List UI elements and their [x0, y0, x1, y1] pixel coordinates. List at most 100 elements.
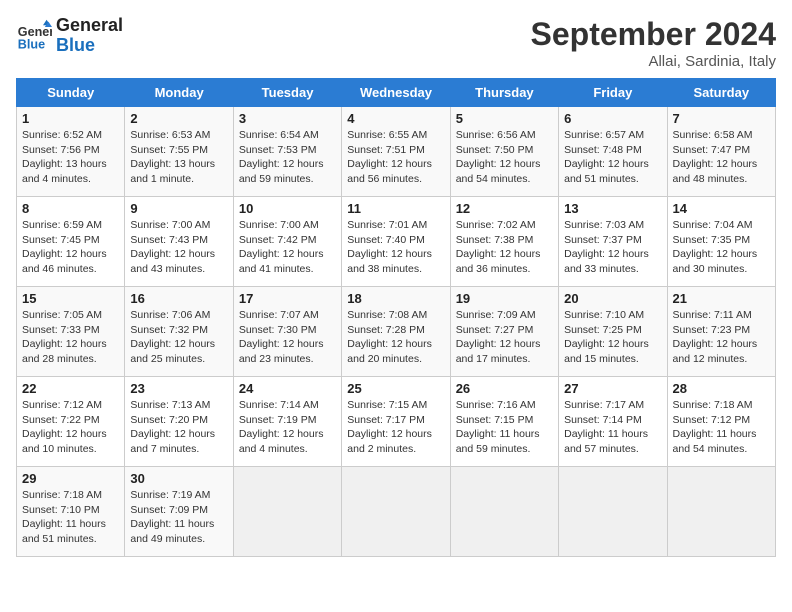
sunrise: Sunrise: 6:52 AM [22, 128, 119, 143]
day-info: Sunrise: 7:03 AMSunset: 7:37 PMDaylight:… [564, 218, 661, 277]
daylight: Daylight: 12 hours and 51 minutes. [564, 157, 661, 186]
weekday-header-row: SundayMondayTuesdayWednesdayThursdayFrid… [17, 79, 776, 107]
day-info: Sunrise: 7:00 AMSunset: 7:43 PMDaylight:… [130, 218, 227, 277]
day-info: Sunrise: 7:09 AMSunset: 7:27 PMDaylight:… [456, 308, 553, 367]
daylight: Daylight: 12 hours and 43 minutes. [130, 247, 227, 276]
daylight: Daylight: 12 hours and 28 minutes. [22, 337, 119, 366]
sunrise: Sunrise: 7:04 AM [673, 218, 770, 233]
day-info: Sunrise: 7:02 AMSunset: 7:38 PMDaylight:… [456, 218, 553, 277]
day-number: 19 [456, 291, 553, 306]
sunset: Sunset: 7:28 PM [347, 323, 444, 338]
sunrise: Sunrise: 7:14 AM [239, 398, 336, 413]
calendar-cell: 13Sunrise: 7:03 AMSunset: 7:37 PMDayligh… [559, 197, 667, 287]
daylight: Daylight: 12 hours and 48 minutes. [673, 157, 770, 186]
daylight: Daylight: 11 hours and 51 minutes. [22, 517, 119, 546]
day-info: Sunrise: 7:04 AMSunset: 7:35 PMDaylight:… [673, 218, 770, 277]
sunset: Sunset: 7:51 PM [347, 143, 444, 158]
day-info: Sunrise: 7:05 AMSunset: 7:33 PMDaylight:… [22, 308, 119, 367]
sunrise: Sunrise: 7:08 AM [347, 308, 444, 323]
daylight: Daylight: 12 hours and 56 minutes. [347, 157, 444, 186]
day-number: 27 [564, 381, 661, 396]
calendar-cell: 11Sunrise: 7:01 AMSunset: 7:40 PMDayligh… [342, 197, 450, 287]
daylight: Daylight: 12 hours and 12 minutes. [673, 337, 770, 366]
sunset: Sunset: 7:37 PM [564, 233, 661, 248]
day-info: Sunrise: 7:16 AMSunset: 7:15 PMDaylight:… [456, 398, 553, 457]
day-info: Sunrise: 6:55 AMSunset: 7:51 PMDaylight:… [347, 128, 444, 187]
calendar-cell: 25Sunrise: 7:15 AMSunset: 7:17 PMDayligh… [342, 377, 450, 467]
calendar-cell: 15Sunrise: 7:05 AMSunset: 7:33 PMDayligh… [17, 287, 125, 377]
sunset: Sunset: 7:25 PM [564, 323, 661, 338]
calendar-cell: 6Sunrise: 6:57 AMSunset: 7:48 PMDaylight… [559, 107, 667, 197]
sunrise: Sunrise: 7:05 AM [22, 308, 119, 323]
calendar-cell [450, 467, 558, 557]
daylight: Daylight: 11 hours and 57 minutes. [564, 427, 661, 456]
day-number: 1 [22, 111, 119, 126]
calendar-cell: 9Sunrise: 7:00 AMSunset: 7:43 PMDaylight… [125, 197, 233, 287]
sunset: Sunset: 7:56 PM [22, 143, 119, 158]
daylight: Daylight: 12 hours and 17 minutes. [456, 337, 553, 366]
day-info: Sunrise: 7:07 AMSunset: 7:30 PMDaylight:… [239, 308, 336, 367]
sunrise: Sunrise: 6:57 AM [564, 128, 661, 143]
calendar-cell: 27Sunrise: 7:17 AMSunset: 7:14 PMDayligh… [559, 377, 667, 467]
day-number: 30 [130, 471, 227, 486]
day-info: Sunrise: 6:58 AMSunset: 7:47 PMDaylight:… [673, 128, 770, 187]
sunset: Sunset: 7:32 PM [130, 323, 227, 338]
day-info: Sunrise: 7:08 AMSunset: 7:28 PMDaylight:… [347, 308, 444, 367]
sunrise: Sunrise: 6:53 AM [130, 128, 227, 143]
sunrise: Sunrise: 7:11 AM [673, 308, 770, 323]
sunrise: Sunrise: 7:00 AM [239, 218, 336, 233]
calendar-cell: 23Sunrise: 7:13 AMSunset: 7:20 PMDayligh… [125, 377, 233, 467]
day-number: 12 [456, 201, 553, 216]
sunset: Sunset: 7:17 PM [347, 413, 444, 428]
day-info: Sunrise: 6:52 AMSunset: 7:56 PMDaylight:… [22, 128, 119, 187]
daylight: Daylight: 12 hours and 36 minutes. [456, 247, 553, 276]
day-info: Sunrise: 6:59 AMSunset: 7:45 PMDaylight:… [22, 218, 119, 277]
calendar-cell: 29Sunrise: 7:18 AMSunset: 7:10 PMDayligh… [17, 467, 125, 557]
logo: General Blue General Blue [16, 16, 123, 56]
weekday-monday: Monday [125, 79, 233, 107]
week-row-1: 8Sunrise: 6:59 AMSunset: 7:45 PMDaylight… [17, 197, 776, 287]
sunset: Sunset: 7:23 PM [673, 323, 770, 338]
day-number: 7 [673, 111, 770, 126]
sunset: Sunset: 7:47 PM [673, 143, 770, 158]
sunrise: Sunrise: 7:15 AM [347, 398, 444, 413]
sunrise: Sunrise: 6:54 AM [239, 128, 336, 143]
day-info: Sunrise: 7:06 AMSunset: 7:32 PMDaylight:… [130, 308, 227, 367]
day-number: 23 [130, 381, 227, 396]
sunrise: Sunrise: 7:01 AM [347, 218, 444, 233]
sunrise: Sunrise: 7:00 AM [130, 218, 227, 233]
weekday-saturday: Saturday [667, 79, 775, 107]
calendar-cell: 5Sunrise: 6:56 AMSunset: 7:50 PMDaylight… [450, 107, 558, 197]
day-number: 11 [347, 201, 444, 216]
day-number: 28 [673, 381, 770, 396]
sunrise: Sunrise: 6:58 AM [673, 128, 770, 143]
sunrise: Sunrise: 7:09 AM [456, 308, 553, 323]
calendar-cell: 10Sunrise: 7:00 AMSunset: 7:42 PMDayligh… [233, 197, 341, 287]
calendar-cell: 2Sunrise: 6:53 AMSunset: 7:55 PMDaylight… [125, 107, 233, 197]
sunrise: Sunrise: 7:07 AM [239, 308, 336, 323]
day-number: 2 [130, 111, 227, 126]
day-number: 17 [239, 291, 336, 306]
sunset: Sunset: 7:19 PM [239, 413, 336, 428]
sunrise: Sunrise: 7:19 AM [130, 488, 227, 503]
calendar-cell: 26Sunrise: 7:16 AMSunset: 7:15 PMDayligh… [450, 377, 558, 467]
logo-blue: Blue [56, 36, 123, 56]
calendar-cell: 1 Sunrise: 6:52 AMSunset: 7:56 PMDaylight… [17, 107, 125, 197]
daylight: Daylight: 12 hours and 30 minutes. [673, 247, 770, 276]
sunrise: Sunrise: 7:18 AM [22, 488, 119, 503]
daylight: Daylight: 11 hours and 49 minutes. [130, 517, 227, 546]
week-row-2: 15Sunrise: 7:05 AMSunset: 7:33 PMDayligh… [17, 287, 776, 377]
sunrise: Sunrise: 7:03 AM [564, 218, 661, 233]
calendar-cell: 3Sunrise: 6:54 AMSunset: 7:53 PMDaylight… [233, 107, 341, 197]
calendar-cell: 4Sunrise: 6:55 AMSunset: 7:51 PMDaylight… [342, 107, 450, 197]
calendar-cell: 30Sunrise: 7:19 AMSunset: 7:09 PMDayligh… [125, 467, 233, 557]
daylight: Daylight: 12 hours and 20 minutes. [347, 337, 444, 366]
day-number: 6 [564, 111, 661, 126]
weekday-wednesday: Wednesday [342, 79, 450, 107]
calendar-cell: 20Sunrise: 7:10 AMSunset: 7:25 PMDayligh… [559, 287, 667, 377]
month-title: September 2024 [531, 16, 776, 53]
calendar-cell [667, 467, 775, 557]
sunrise: Sunrise: 6:59 AM [22, 218, 119, 233]
location-subtitle: Allai, Sardinia, Italy [531, 53, 776, 70]
calendar-cell: 18Sunrise: 7:08 AMSunset: 7:28 PMDayligh… [342, 287, 450, 377]
